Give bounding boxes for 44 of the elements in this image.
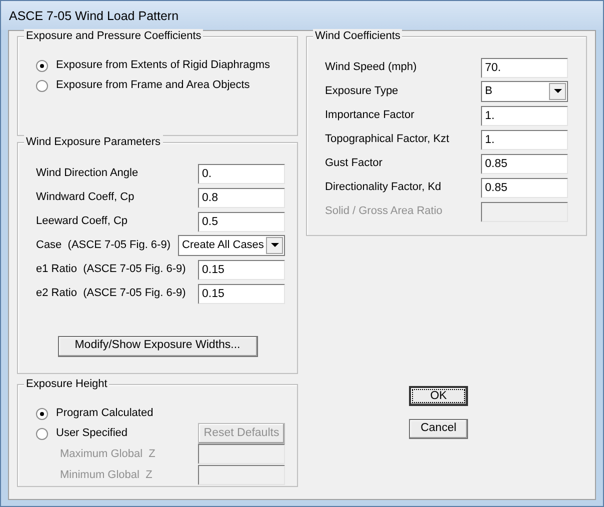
field-label: Minimum Global Z [60,468,154,483]
field-label: Topographical Factor, Kzt [325,132,450,148]
field-label: Leeward Coeff, Cp [36,214,129,230]
dialog-button[interactable]: OK [409,386,468,406]
field-label: e2 Ratio (ASCE 7-05 Fig. 6-9) [36,286,187,302]
field-label: Maximum Global Z [60,446,156,462]
radio-button[interactable] [36,60,48,72]
window-title: ASCE 7-05 Wind Load Pattern [1,1,603,30]
field-label: Wind Direction Angle [36,166,140,182]
group-title: Wind Exposure Parameters [24,135,162,149]
field-label: e1 Ratio (ASCE 7-05 Fig. 6-9) [36,262,187,278]
input-field[interactable]: 1. [481,106,568,126]
input-field[interactable]: 70. [481,58,568,78]
dropdown-value: Create All Cases [182,238,264,254]
field-label: Wind Speed (mph) [325,60,418,76]
radio-button[interactable] [36,408,48,420]
input-field[interactable]: 0.15 [198,284,285,304]
dropdown[interactable]: Create All Cases [178,235,285,256]
input-field[interactable]: 0.5 [198,212,285,232]
option-label: User Specified [56,426,129,442]
field-label: Importance Factor [325,108,416,124]
field-label: Directionality Factor, Kd [325,180,442,196]
option-label: Exposure from Extents of Rigid Diaphragms [56,58,270,74]
input-field[interactable]: 0. [198,164,285,184]
field-label: Windward Coeff, Cp [36,190,136,206]
field-label: Solid / Gross Area Ratio [325,204,444,220]
field-label: Exposure Type [325,84,400,100]
radio-button[interactable] [36,80,48,92]
dropdown-value: B [485,84,492,100]
group-title: Exposure and Pressure Coefficients [24,29,204,43]
field-label: Case (ASCE 7-05 Fig. 6-9) [36,238,172,254]
input-field[interactable]: 0.15 [198,260,285,280]
dialog-button[interactable]: Cancel [409,419,468,439]
input-field[interactable]: 0.85 [481,154,568,174]
input-field[interactable]: 0.8 [198,188,285,208]
option-label: Program Calculated [56,406,154,422]
radio-button[interactable] [36,428,48,440]
modify-widths-button[interactable]: Modify/Show Exposure Widths... [58,336,258,356]
group-title: Exposure Height [24,377,110,391]
field-label: Gust Factor [325,156,384,172]
input-field[interactable]: 1. [481,130,568,150]
option-label: Exposure from Frame and Area Objects [56,78,250,94]
dropdown[interactable]: B [481,81,568,102]
input-field[interactable]: 0.85 [481,178,568,198]
